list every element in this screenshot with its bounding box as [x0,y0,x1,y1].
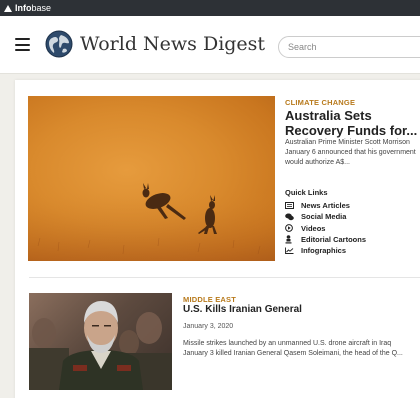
quick-link-label[interactable]: Videos [301,224,325,233]
globe-icon[interactable] [45,30,73,58]
quick-links-heading: Quick Links [285,188,328,197]
chat-bubbles-icon [285,213,301,221]
feature-story-image[interactable] [28,96,275,261]
search-input[interactable]: Search [278,36,420,58]
site-header: World News Digest Search [0,16,420,74]
quick-link-infographics[interactable]: Infographics [285,245,366,256]
quick-link-label[interactable]: Social Media [301,212,346,221]
infobase-logo-icon [4,4,12,12]
feature-category-label[interactable]: CLIMATE CHANGE [285,98,355,107]
quick-links-list: News Articles Social Media Videos Editor… [285,200,366,256]
line-chart-icon [285,247,301,255]
section-divider [29,277,420,278]
brand-name-light[interactable]: base [32,0,52,16]
quick-link-social-media[interactable]: Social Media [285,211,366,222]
second-story-image[interactable] [29,293,172,390]
quick-link-editorial-cartoons[interactable]: Editorial Cartoons [285,234,366,245]
site-title[interactable]: World News Digest [80,33,265,55]
quick-link-videos[interactable]: Videos [285,223,366,234]
menu-icon[interactable] [15,38,30,51]
brand-name-bold[interactable]: Info [15,0,32,16]
quick-link-news-articles[interactable]: News Articles [285,200,366,211]
quick-link-label[interactable]: Infographics [301,246,346,255]
main-content: CLIMATE CHANGE Australia Sets Recovery F… [15,80,420,398]
feature-summary: Australian Prime Minister Scott Morrison… [285,139,416,166]
second-story-summary-line: January 3 killed Iranian General Qasem S… [183,350,403,357]
quick-link-label[interactable]: Editorial Cartoons [301,235,366,244]
newspaper-icon [285,202,301,210]
infobase-brand-bar: Info base [0,0,420,16]
second-story-summary-line: Missile strikes launched by an unmanned … [183,340,392,347]
second-story-summary: Missile strikes launched by an unmanned … [183,339,420,359]
second-story-date: January 3, 2020 [183,323,234,330]
second-story-headline[interactable]: U.S. Kills Iranian General [183,304,302,315]
quick-link-label[interactable]: News Articles [301,201,350,210]
cartoon-figure-icon [285,235,301,244]
feature-headline[interactable]: Australia Sets Recovery Funds for... [285,108,420,138]
play-circle-icon [285,224,301,233]
second-story-category-label[interactable]: MIDDLE EAST [183,295,236,304]
